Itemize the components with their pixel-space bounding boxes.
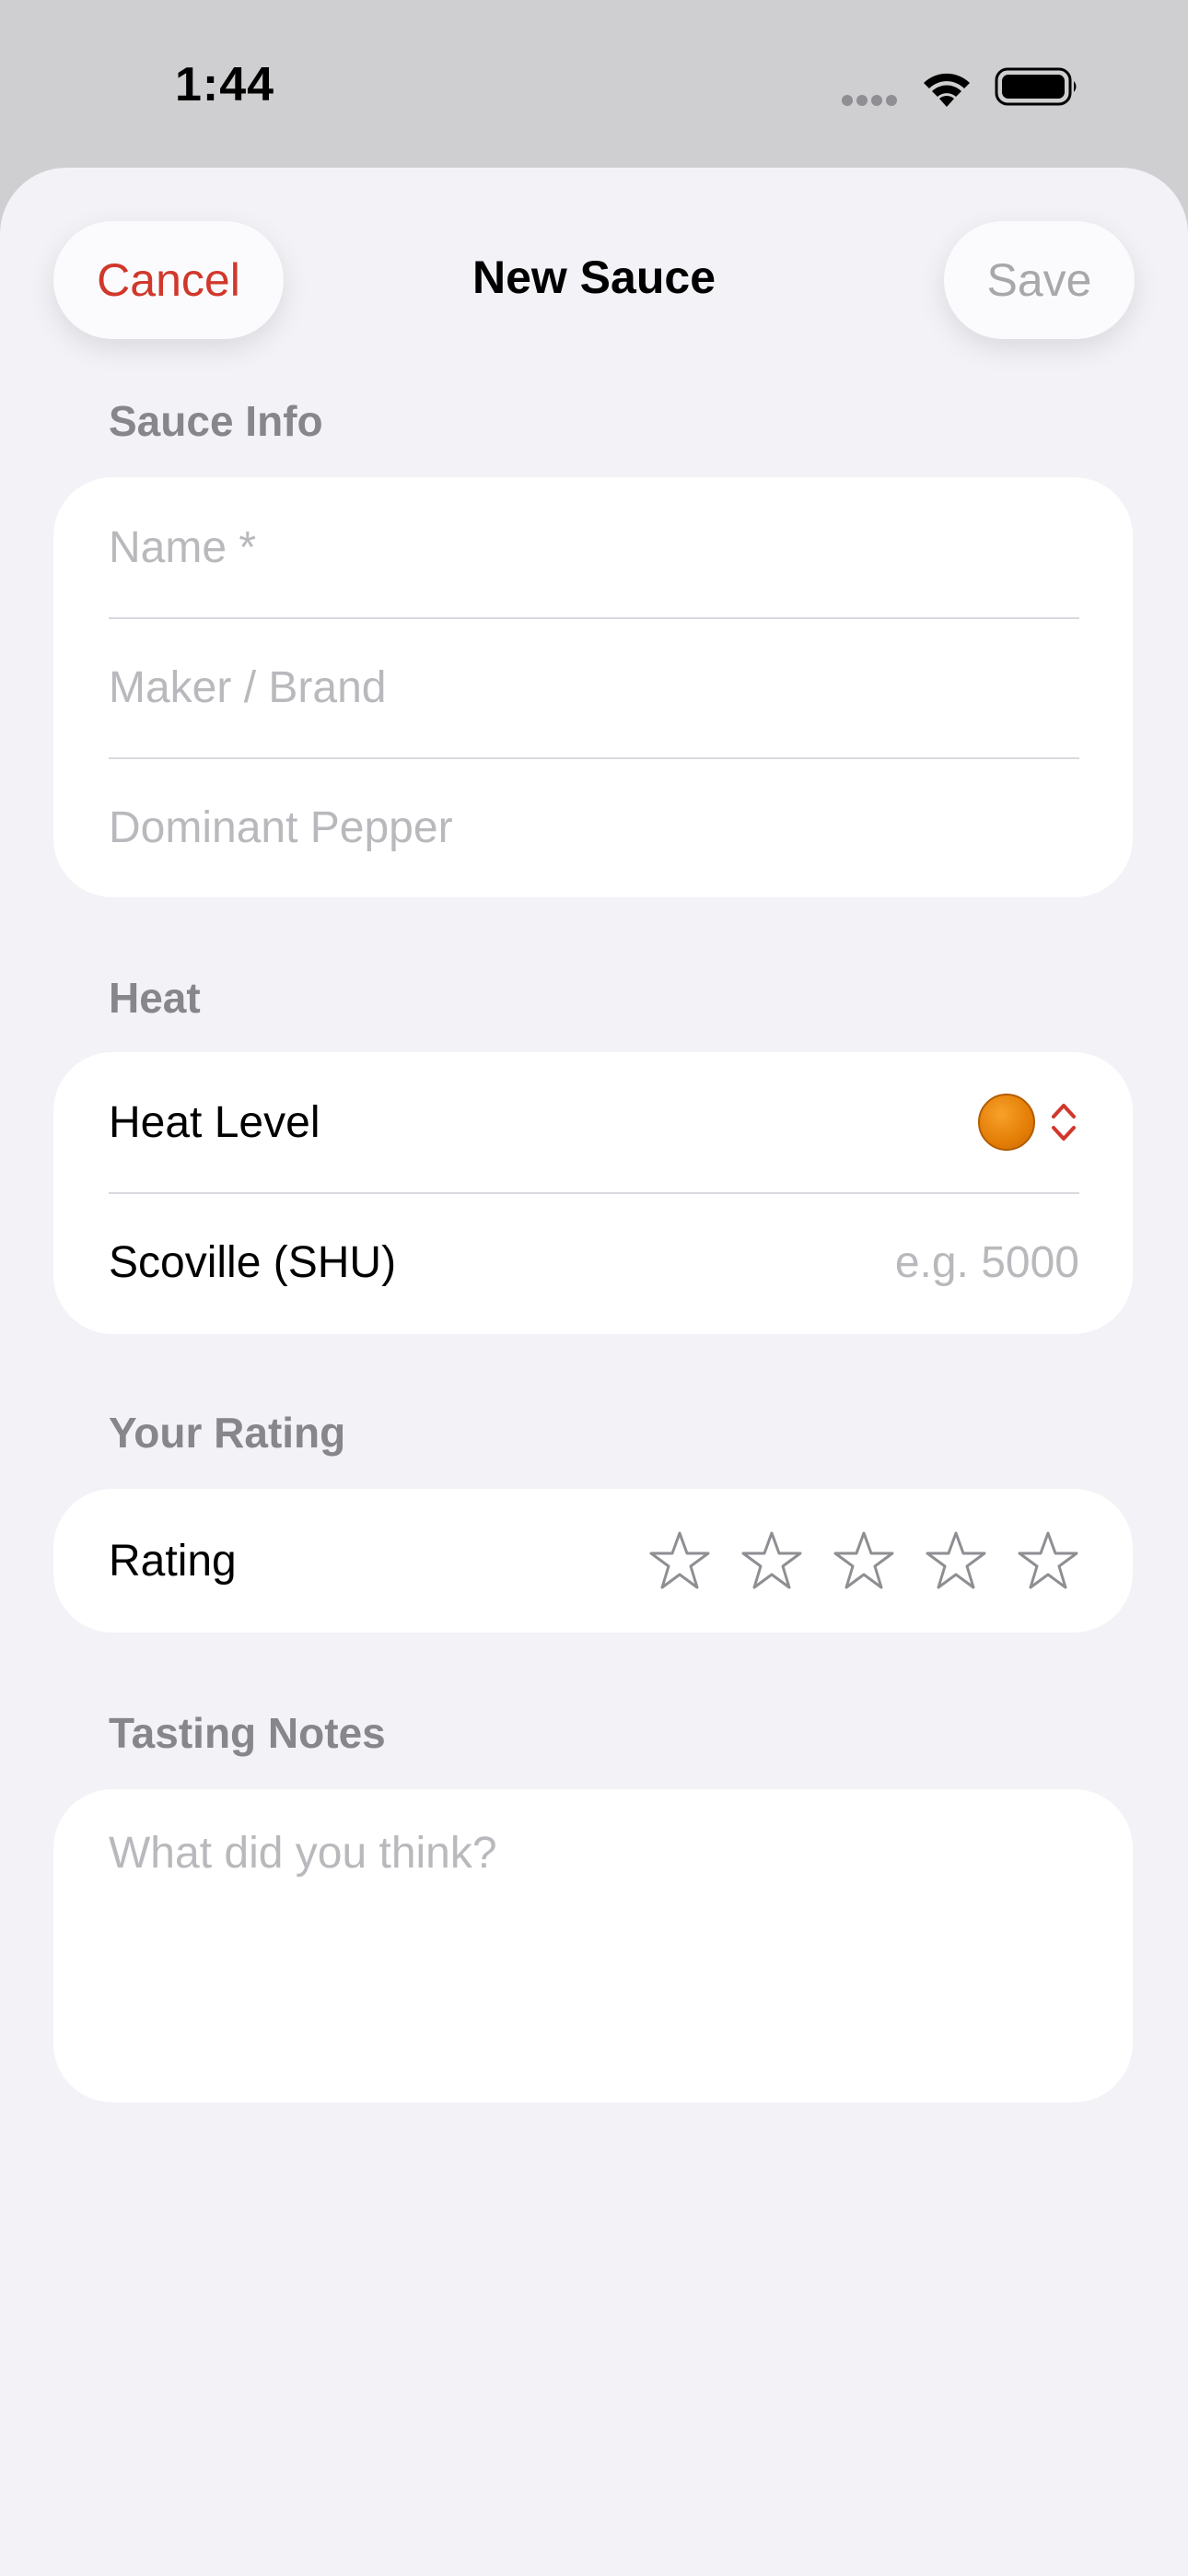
- save-button[interactable]: Save: [944, 221, 1135, 339]
- section-header-sauce-info: Sauce Info: [109, 397, 323, 445]
- chevron-up-down-icon: [1052, 1104, 1076, 1141]
- maker-field[interactable]: Maker / Brand: [109, 617, 1079, 757]
- star-rating[interactable]: [648, 1529, 1079, 1592]
- heat-card: Heat Level Scoville (SHU) e.g. 5000: [53, 1052, 1133, 1334]
- section-header-your-rating: Your Rating: [109, 1409, 346, 1457]
- rating-card: Rating: [53, 1489, 1133, 1633]
- scoville-label: Scoville (SHU): [109, 1237, 397, 1287]
- rating-row: Rating: [109, 1491, 1079, 1631]
- section-header-tasting-notes: Tasting Notes: [109, 1709, 386, 1757]
- heat-level-picker[interactable]: [978, 1094, 1079, 1151]
- status-bar: 1:44: [0, 0, 1188, 168]
- star-icon-3[interactable]: [833, 1529, 895, 1592]
- heat-level-row[interactable]: Heat Level: [109, 1052, 1079, 1192]
- cellular-signal-icon: [842, 94, 901, 107]
- wifi-icon: [924, 73, 970, 107]
- heat-level-orange-dot-icon: [978, 1094, 1035, 1151]
- name-field[interactable]: Name *: [109, 477, 1079, 617]
- tasting-notes-placeholder: What did you think?: [109, 1829, 497, 1878]
- dominant-pepper-field[interactable]: Dominant Pepper: [109, 757, 1079, 897]
- status-time: 1:44: [175, 58, 275, 111]
- star-icon-5[interactable]: [1017, 1529, 1079, 1592]
- heat-level-label: Heat Level: [109, 1097, 320, 1147]
- scoville-row: Scoville (SHU) e.g. 5000: [109, 1192, 1079, 1332]
- rating-label: Rating: [109, 1536, 237, 1586]
- scoville-input[interactable]: e.g. 5000: [895, 1237, 1079, 1288]
- new-sauce-sheet: Cancel New Sauce Save Sauce Info Name * …: [0, 168, 1188, 2576]
- star-icon-4[interactable]: [925, 1529, 987, 1592]
- star-icon-1[interactable]: [648, 1529, 711, 1592]
- section-header-heat: Heat: [109, 974, 201, 1022]
- star-icon-2[interactable]: [740, 1529, 803, 1592]
- tasting-notes-textarea[interactable]: What did you think?: [53, 1789, 1133, 2102]
- sauce-info-card: Name * Maker / Brand Dominant Pepper: [53, 477, 1133, 897]
- battery-icon: [995, 67, 1077, 106]
